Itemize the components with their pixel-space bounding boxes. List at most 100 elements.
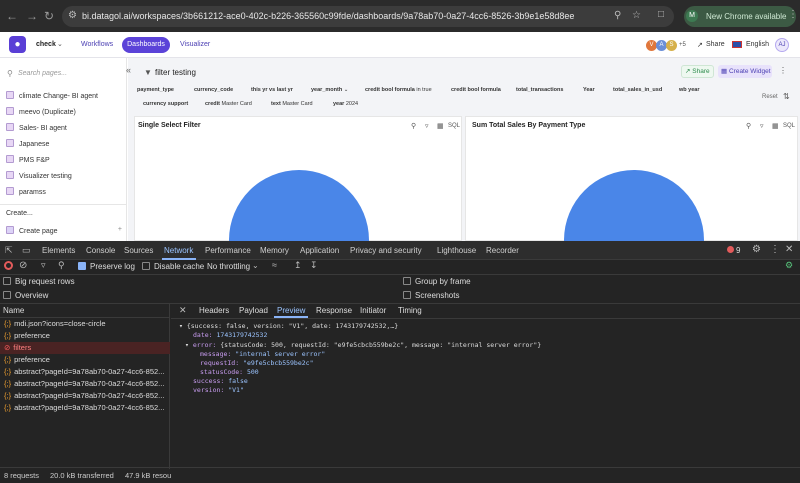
checkbox[interactable] <box>3 291 11 299</box>
tab-application[interactable]: Application <box>300 246 339 255</box>
back-icon[interactable]: ← <box>6 9 18 23</box>
request-row[interactable]: {;} preference <box>0 330 170 342</box>
extensions-icon[interactable]: □ <box>658 9 664 20</box>
download-icon[interactable]: ↧ <box>310 260 318 271</box>
bookmark-star-icon[interactable]: ☆ <box>632 10 641 21</box>
tab-payload[interactable]: Payload <box>239 306 268 315</box>
create-page-button[interactable]: Create page + <box>6 226 122 235</box>
request-row[interactable]: {;} abstract?pageId=9a78ab70-0a27-4cc6-85… <box>0 390 170 402</box>
network-settings-icon[interactable]: ⚙ <box>785 260 793 271</box>
dashboard-share-button[interactable]: ↗ Share <box>681 65 714 78</box>
sidebar-item[interactable]: Visualizer testing <box>6 171 72 180</box>
throttling-select[interactable]: No throttling <box>207 262 250 274</box>
preview-root[interactable]: ▾ {success: false, version: "V1", date: … <box>179 322 398 330</box>
search-pages-input[interactable]: Search pages... <box>18 70 67 77</box>
filter-chip[interactable]: total_transactions <box>513 85 566 96</box>
filter-chip[interactable]: year_month ⌄ <box>308 85 351 96</box>
name-column-header[interactable]: Name <box>3 306 24 315</box>
filter-chip[interactable]: currency_code <box>191 85 236 96</box>
site-info-icon[interactable]: ⚙ <box>68 10 77 21</box>
reset-filters-button[interactable]: Reset <box>762 94 778 100</box>
screenshots-checkbox[interactable]: Screenshots <box>403 291 459 303</box>
filter-chip[interactable]: credit Master Card <box>202 99 255 110</box>
update-chrome-button[interactable]: New Chrome available <box>684 6 796 27</box>
chevron-down-icon[interactable]: ⌄ <box>252 261 259 270</box>
filter-chip[interactable]: this yr vs last yr <box>248 85 296 96</box>
chevron-down-icon[interactable]: ⌄ <box>57 40 63 48</box>
sidebar-item[interactable]: climate Change- BI agent <box>6 91 98 100</box>
tab-lighthouse[interactable]: Lighthouse <box>437 246 476 255</box>
filter-chip[interactable]: payment_type <box>134 85 177 96</box>
widget-card[interactable]: Sum Total Sales By Payment Type ⚲ ▿ ▦ SQ… <box>465 116 798 242</box>
request-row[interactable]: {;} abstract?pageId=9a78ab70-0a27-4cc6-85… <box>0 366 170 378</box>
app-logo[interactable]: ● <box>9 36 26 53</box>
checkbox[interactable] <box>3 277 11 285</box>
filter-icon[interactable]: ▿ <box>760 122 764 130</box>
group-by-frame-checkbox[interactable]: Group by frame <box>403 277 471 289</box>
avatar-more-count[interactable]: +5 <box>679 42 686 48</box>
filter-icon[interactable]: ▿ <box>41 260 46 271</box>
sidebar-item[interactable]: Japanese <box>6 139 49 148</box>
preserve-log-checkbox[interactable]: Preserve log <box>78 262 135 274</box>
sql-button[interactable]: SQL <box>448 123 460 129</box>
record-icon[interactable] <box>4 261 13 270</box>
inspect-element-icon[interactable]: ⇱ <box>5 245 13 256</box>
filter-chip[interactable]: credit bool formula <box>448 85 504 96</box>
big-request-rows-checkbox[interactable]: Big request rows <box>3 277 75 289</box>
sidebar-item[interactable]: paramss <box>6 187 46 196</box>
filter-chip[interactable]: year 2024 <box>330 99 361 110</box>
filter-chip[interactable]: wb year <box>676 85 702 96</box>
close-icon[interactable]: ✕ <box>179 305 187 316</box>
filter-chip[interactable]: credit bool formula in true <box>362 85 435 96</box>
filter-icon[interactable]: ▿ <box>425 122 429 130</box>
filter-settings-icon[interactable]: ⇅ <box>783 92 790 101</box>
disable-cache-checkbox[interactable]: Disable cache <box>142 262 204 274</box>
share-button[interactable]: Share <box>706 41 725 48</box>
wifi-conditions-icon[interactable]: ≈ <box>272 260 277 270</box>
table-icon[interactable]: ▦ <box>772 122 779 130</box>
request-row[interactable]: {;} preference <box>0 354 170 366</box>
more-options-icon[interactable]: ⋮ <box>779 66 787 75</box>
nav-dashboards[interactable]: Dashboards <box>122 37 170 53</box>
preview-error[interactable]: ▾ error: {statusCode: 500, requestId: "e… <box>185 341 541 349</box>
tab-memory[interactable]: Memory <box>260 246 289 255</box>
tab-preview[interactable]: Preview <box>277 306 305 315</box>
settings-gear-icon[interactable]: ⚙ <box>752 244 761 255</box>
table-icon[interactable]: ▦ <box>437 122 444 130</box>
checkbox[interactable] <box>142 262 150 270</box>
search-icon[interactable]: ⚲ <box>58 260 65 271</box>
overview-checkbox[interactable]: Overview <box>3 291 48 303</box>
tab-response[interactable]: Response <box>316 306 352 315</box>
address-bar[interactable]: ⚙ bi.datagol.ai/workspaces/3b661212-ace0… <box>62 6 674 27</box>
checkbox[interactable] <box>403 277 411 285</box>
sidebar-item[interactable]: meevo (Duplicate) <box>6 107 76 116</box>
tab-recorder[interactable]: Recorder <box>486 246 519 255</box>
request-row-error[interactable]: ⊘ filters <box>0 342 170 354</box>
zoom-icon[interactable]: ⚲ <box>411 122 416 130</box>
tab-sources[interactable]: Sources <box>124 246 153 255</box>
forward-icon[interactable]: → <box>26 9 38 23</box>
upload-icon[interactable]: ↥ <box>294 260 302 271</box>
collapse-sidebar-icon[interactable]: « <box>126 65 131 75</box>
create-widget-button[interactable]: ▦ Create Widget <box>718 65 772 78</box>
reload-icon[interactable]: ↻ <box>44 9 54 23</box>
nav-visualizer[interactable]: Visualizer <box>180 41 210 48</box>
clear-icon[interactable]: ⊘ <box>19 260 27 271</box>
sidebar-item[interactable]: Sales- BI agent <box>6 123 67 132</box>
checkbox[interactable] <box>403 291 411 299</box>
error-count[interactable]: 9 <box>736 246 740 255</box>
request-row[interactable]: {;} abstract?pageId=9a78ab70-0a27-4cc6-85… <box>0 402 170 414</box>
zoom-icon[interactable]: ⚲ <box>746 122 751 130</box>
filter-chip[interactable]: currency support <box>140 99 191 110</box>
more-menu-icon[interactable]: ⋮ <box>788 9 798 20</box>
language-select[interactable]: English <box>746 41 769 48</box>
zoom-icon[interactable]: ⚲ <box>614 10 621 21</box>
tab-headers[interactable]: Headers <box>199 306 229 315</box>
filter-chip[interactable]: total_sales_in_usd <box>610 85 665 96</box>
user-avatar[interactable]: AJ <box>775 38 789 52</box>
workspace-name[interactable]: check <box>36 41 56 48</box>
close-icon[interactable]: ✕ <box>785 244 793 255</box>
filter-chip[interactable]: Year <box>580 85 598 96</box>
filter-chip[interactable]: text Master Card <box>268 99 316 110</box>
tab-timing[interactable]: Timing <box>398 306 422 315</box>
